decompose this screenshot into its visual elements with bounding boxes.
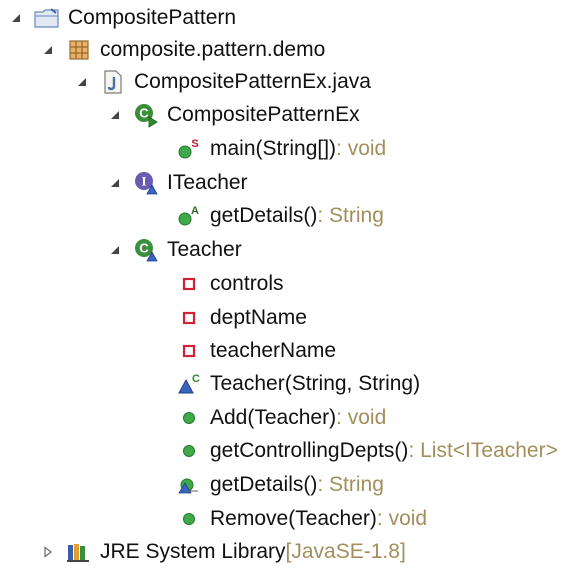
java-file-icon (100, 69, 126, 95)
field-teachername-label: teacherName (210, 339, 337, 362)
jre-library-label: JRE System Library (100, 540, 286, 563)
project-label: CompositePattern (68, 6, 237, 29)
svg-text:C: C (139, 106, 149, 121)
method-main-label: main(String[]) (210, 137, 337, 160)
tree-item-method-getdetails[interactable]: getDetails() : String (150, 469, 384, 501)
tree-item-project[interactable]: CompositePattern (8, 2, 236, 34)
field-controls-label: controls (210, 272, 284, 295)
expanded-arrow-icon[interactable] (107, 242, 123, 258)
field-deptname-label: deptName (210, 306, 307, 329)
constructor-label: Teacher(String, String) (210, 372, 421, 395)
override-method-icon (176, 472, 202, 498)
interface-label: ITeacher (167, 171, 248, 194)
package-icon (66, 37, 92, 63)
class-runnable-icon: C (133, 102, 159, 128)
abstract-method-icon: A (176, 203, 202, 229)
method-getdetails-signature: : String (317, 473, 384, 496)
public-method-icon (176, 438, 202, 464)
project-folder-icon (34, 5, 60, 31)
method-add-signature: : void (336, 406, 387, 429)
interface-method-label: getDetails() (210, 204, 318, 227)
tree-item-package[interactable]: composite.pattern.demo (40, 34, 325, 66)
tree-item-java-file[interactable]: CompositePatternEx.java (74, 66, 371, 98)
jre-library-version: [JavaSE-1.8] (285, 540, 406, 563)
method-remove-signature: : void (376, 507, 428, 530)
tree-item-class-main[interactable]: C CompositePatternEx (107, 99, 360, 131)
method-getcontrollingdepts-signature: : List<ITeacher> (408, 439, 558, 462)
tree-item-method-main[interactable]: S main(String[]) : void (150, 133, 386, 165)
svg-text:C: C (139, 241, 149, 256)
expanded-arrow-icon[interactable] (107, 175, 123, 191)
method-getdetails-label: getDetails() (210, 473, 318, 496)
tree-item-method-remove[interactable]: Remove(Teacher) : void (150, 503, 427, 535)
private-field-icon (176, 338, 202, 364)
tree-item-interface[interactable]: I ITeacher (107, 167, 248, 199)
public-method-icon (176, 405, 202, 431)
tree-item-interface-method[interactable]: A getDetails() : String (150, 200, 384, 232)
tree-item-field-deptname[interactable]: deptName (150, 302, 307, 334)
svg-text:S: S (191, 138, 198, 150)
svg-text:C: C (192, 373, 200, 385)
java-file-label: CompositePatternEx.java (134, 70, 371, 93)
tree-item-field-controls[interactable]: controls (150, 268, 284, 300)
method-remove-label: Remove(Teacher) (210, 507, 377, 530)
tree-item-field-teachername[interactable]: teacherName (150, 335, 336, 367)
svg-text:I: I (141, 174, 146, 189)
collapsed-arrow-icon[interactable] (40, 544, 56, 560)
interface-method-signature: : String (317, 204, 384, 227)
method-getcontrollingdepts-label: getControllingDepts() (210, 439, 409, 462)
method-add-label: Add(Teacher) (210, 406, 337, 429)
expanded-arrow-icon[interactable] (107, 107, 123, 123)
project-explorer-tree: CompositePattern composite.pattern.demo … (0, 0, 586, 566)
tree-item-class-teacher[interactable]: C Teacher (107, 234, 242, 266)
constructor-icon: C (176, 371, 202, 397)
class-main-label: CompositePatternEx (167, 103, 360, 126)
static-method-icon: S (176, 136, 202, 162)
tree-item-method-add[interactable]: Add(Teacher) : void (150, 402, 386, 434)
private-field-icon (176, 305, 202, 331)
tree-item-constructor[interactable]: C Teacher(String, String) (150, 368, 420, 400)
package-label: composite.pattern.demo (100, 38, 326, 61)
tree-item-method-getcontrollingdepts[interactable]: getControllingDepts() : List<ITeacher> (150, 435, 558, 467)
method-main-signature: : void (336, 137, 387, 160)
class-teacher-label: Teacher (167, 238, 242, 261)
expanded-arrow-icon[interactable] (8, 10, 24, 26)
public-method-icon (176, 506, 202, 532)
expanded-arrow-icon[interactable] (74, 74, 90, 90)
interface-icon: I (133, 170, 159, 196)
private-field-icon (176, 271, 202, 297)
expanded-arrow-icon[interactable] (40, 42, 56, 58)
class-icon: C (133, 237, 159, 263)
tree-item-jre-library[interactable]: JRE System Library [JavaSE-1.8] (40, 536, 406, 568)
library-icon (66, 539, 92, 565)
svg-text:A: A (191, 205, 199, 217)
